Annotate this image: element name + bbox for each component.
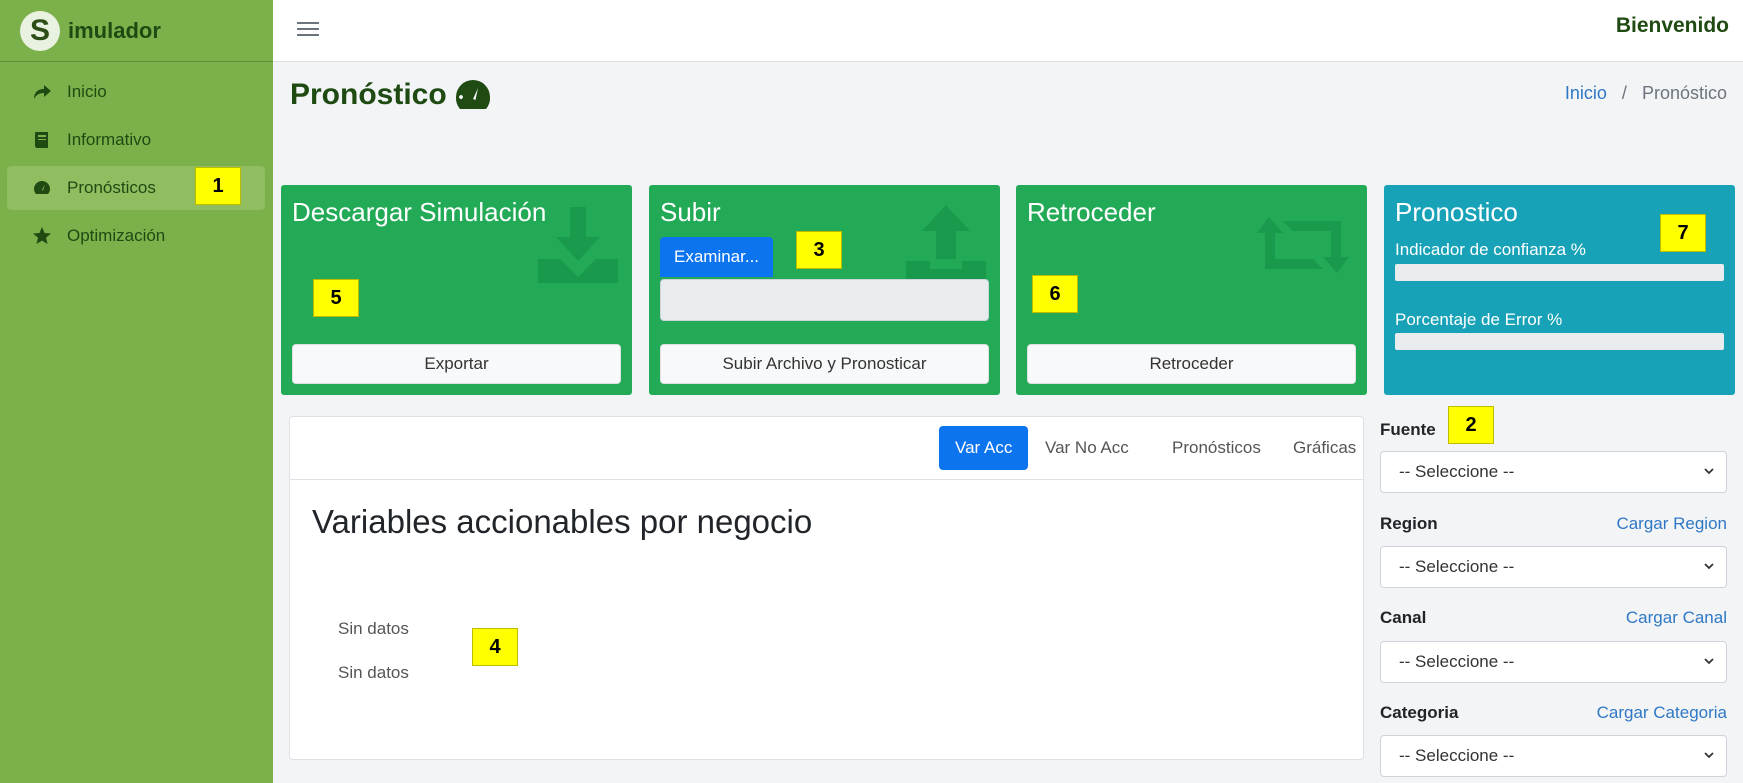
gauge-icon xyxy=(29,177,55,199)
panel-heading: Variables accionables por negocio xyxy=(312,503,813,540)
load-categoria-link[interactable]: Cargar Categoria xyxy=(1597,703,1727,723)
share-arrow-icon xyxy=(29,81,55,103)
annotation-marker-4: 4 xyxy=(472,628,518,666)
error-label: Porcentaje de Error % xyxy=(1395,310,1563,329)
forecast-card-title: Pronostico xyxy=(1395,197,1518,227)
topbar: Bienvenido xyxy=(273,0,1743,62)
annotation-marker-7: 7 xyxy=(1660,214,1706,252)
back-button[interactable]: Retroceder xyxy=(1027,344,1356,384)
fuente-select[interactable]: -- Seleccione -- xyxy=(1380,451,1727,493)
export-button[interactable]: Exportar xyxy=(292,344,621,384)
back-card-title: Retroceder xyxy=(1027,197,1156,227)
confidence-progress-bar xyxy=(1395,264,1724,281)
annotation-marker-2: 2 xyxy=(1448,406,1494,444)
chevron-down-icon xyxy=(1704,563,1714,570)
load-canal-link[interactable]: Cargar Canal xyxy=(1626,608,1727,628)
download-icon xyxy=(536,203,620,287)
region-label: Region xyxy=(1380,514,1438,533)
upload-card-title: Subir xyxy=(660,197,721,227)
upload-and-forecast-button[interactable]: Subir Archivo y Pronosticar xyxy=(660,344,989,384)
upload-card: Subir Examinar... 3 Subir Archivo y Pron… xyxy=(649,185,1000,395)
canal-select-value: -- Seleccione -- xyxy=(1399,652,1515,671)
categoria-label: Categoria xyxy=(1380,703,1459,722)
sidebar-item-label: Optimización xyxy=(67,226,166,245)
file-input[interactable] xyxy=(660,279,989,321)
load-region-link[interactable]: Cargar Region xyxy=(1616,514,1727,534)
error-progress-bar xyxy=(1395,333,1724,350)
forecast-card: Pronostico Indicador de confianza % Porc… xyxy=(1384,185,1735,395)
variables-panel: Var Acc Var No Acc Pronósticos Gráficas … xyxy=(289,416,1364,760)
sidebar-item-inicio[interactable]: Inicio xyxy=(7,70,265,114)
canal-label: Canal xyxy=(1380,608,1427,627)
fuente-select-value: -- Seleccione -- xyxy=(1399,462,1515,481)
breadcrumb: Inicio / Pronóstico xyxy=(1565,83,1727,104)
gauge-icon xyxy=(455,80,490,109)
page-title-text: Pronóstico xyxy=(290,78,447,111)
sidebar-item-pronosticos[interactable]: Pronósticos 1 xyxy=(7,166,265,210)
annotation-marker-1: 1 xyxy=(195,167,241,205)
sidebar-nav: Inicio Informativo Pronósticos 1 Optimiz… xyxy=(0,62,273,258)
region-select-value: -- Seleccione -- xyxy=(1399,557,1515,576)
tab-pronosticos[interactable]: Pronósticos xyxy=(1156,426,1277,470)
download-card-title: Descargar Simulación xyxy=(292,197,547,227)
region-select[interactable]: -- Seleccione -- xyxy=(1380,546,1727,588)
nodata-text: Sin datos xyxy=(338,619,409,638)
sidebar-item-label: Pronósticos xyxy=(67,178,156,197)
brand-logo: S xyxy=(20,10,60,51)
fuente-label: Fuente xyxy=(1380,420,1436,439)
tab-var-no-acc[interactable]: Var No Acc xyxy=(1029,426,1145,470)
sidebar-item-label: Inicio xyxy=(67,82,107,101)
nodata-text: Sin datos xyxy=(338,663,409,682)
sidebar-item-label: Informativo xyxy=(67,130,152,149)
tab-var-acc[interactable]: Var Acc xyxy=(939,426,1029,470)
star-icon xyxy=(29,225,55,247)
page-title: Pronóstico xyxy=(290,78,491,112)
tab-graficas[interactable]: Gráficas xyxy=(1277,426,1372,470)
brand[interactable]: S imulador xyxy=(0,0,273,62)
sidebar-item-optimizacion[interactable]: Optimización xyxy=(7,214,265,258)
categoria-select-value: -- Seleccione -- xyxy=(1399,746,1515,765)
retweet-icon xyxy=(1255,203,1351,287)
annotation-marker-3: 3 xyxy=(796,231,842,269)
back-card: Retroceder 6 Retroceder xyxy=(1016,185,1367,395)
annotation-marker-5: 5 xyxy=(313,279,359,317)
chevron-down-icon xyxy=(1704,752,1714,759)
categoria-select[interactable]: -- Seleccione -- xyxy=(1380,735,1727,777)
welcome-text: Bienvenido xyxy=(1615,14,1729,37)
chevron-down-icon xyxy=(1704,658,1714,665)
menu-toggle-icon[interactable] xyxy=(297,18,319,40)
chevron-down-icon xyxy=(1704,468,1714,475)
confidence-label: Indicador de confianza % xyxy=(1395,240,1586,259)
browse-button[interactable]: Examinar... xyxy=(660,237,774,277)
download-card: Descargar Simulación 5 Exportar xyxy=(281,185,632,395)
sidebar: S imulador Inicio Informativo Pronóstico… xyxy=(0,0,273,783)
annotation-marker-6: 6 xyxy=(1032,275,1078,313)
breadcrumb-current: Pronóstico xyxy=(1641,83,1727,103)
breadcrumb-separator: / xyxy=(1621,83,1627,103)
upload-icon xyxy=(904,203,988,287)
sidebar-item-informativo[interactable]: Informativo xyxy=(7,118,265,162)
tab-bar: Var Acc Var No Acc Pronósticos Gráficas xyxy=(290,417,1363,480)
canal-select[interactable]: -- Seleccione -- xyxy=(1380,641,1727,683)
book-icon xyxy=(29,129,55,151)
breadcrumb-home-link[interactable]: Inicio xyxy=(1565,83,1607,103)
brand-name: imulador xyxy=(68,17,161,43)
